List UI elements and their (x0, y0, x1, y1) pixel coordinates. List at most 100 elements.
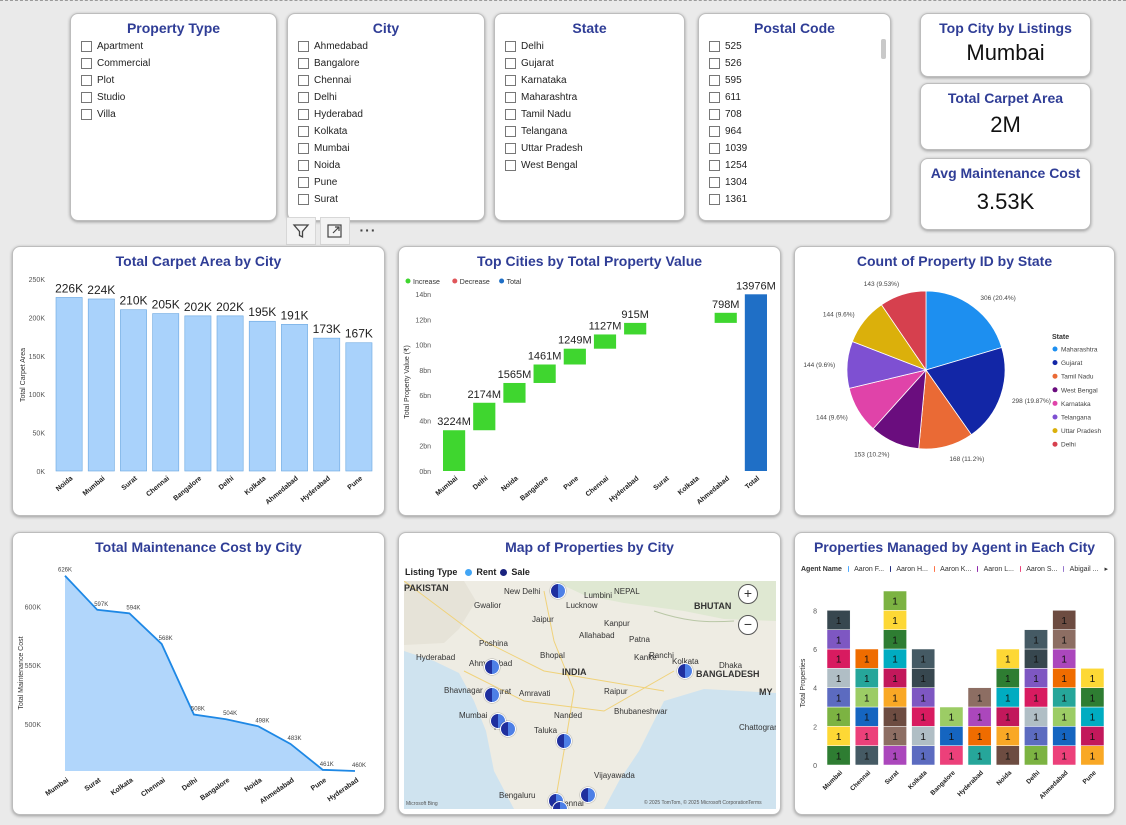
checkbox[interactable] (709, 177, 720, 188)
carpet-area-chart-card[interactable]: Total Carpet Area by City 0K 50K 100K 150K 2… (12, 246, 385, 516)
checkbox[interactable] (298, 177, 309, 188)
zoom-out-button[interactable]: − (738, 615, 758, 635)
slicer-option[interactable]: Ahmedabad (288, 38, 484, 55)
legend-label: Uttar Pradesh (1061, 428, 1101, 435)
map-canvas[interactable]: + − Microsoft Bing © 2025 TomTom, © 2025… (404, 581, 776, 809)
x-tick-label: Pune (310, 777, 328, 793)
property-value-chart-card[interactable]: Top Cities by Total Property Value Incre… (398, 246, 781, 516)
map-bubble[interactable] (556, 733, 572, 749)
slicer-option[interactable]: Uttar Pradesh (495, 140, 684, 157)
slicer-option[interactable]: Delhi (288, 89, 484, 106)
slicer-option[interactable]: Gujarat (495, 55, 684, 72)
checkbox[interactable] (81, 92, 92, 103)
filter-icon[interactable] (286, 217, 316, 245)
checkbox[interactable] (298, 75, 309, 86)
slicer-option[interactable]: Bangalore (288, 55, 484, 72)
checkbox[interactable] (81, 109, 92, 120)
checkbox[interactable] (298, 143, 309, 154)
property-type-slicer[interactable]: Property Type Apartment Commercial Plot Stu… (70, 13, 277, 221)
map-bubble[interactable] (484, 687, 500, 703)
map-terms-link[interactable]: Terms (748, 800, 762, 806)
slicer-option[interactable]: 595 (699, 72, 890, 89)
checkbox[interactable] (81, 41, 92, 52)
slicer-option[interactable]: 611 (699, 89, 890, 106)
slicer-option[interactable]: 1039 (699, 140, 890, 157)
slicer-option[interactable]: Kolkata (288, 123, 484, 140)
slicer-option[interactable]: 964 (699, 123, 890, 140)
slicer-option[interactable]: Commercial (71, 55, 276, 72)
checkbox[interactable] (298, 160, 309, 171)
slicer-option[interactable]: 526 (699, 55, 890, 72)
map-bubble[interactable] (500, 721, 516, 737)
checkbox[interactable] (709, 126, 720, 137)
slicer-option[interactable]: Pune (288, 174, 484, 191)
checkbox[interactable] (709, 92, 720, 103)
visual-header-toolbar: ··· (284, 214, 384, 246)
data-label: 1 (892, 751, 898, 762)
checkbox[interactable] (709, 194, 720, 205)
slicer-option[interactable]: Surat (288, 191, 484, 208)
checkbox[interactable] (298, 126, 309, 137)
slicer-option[interactable]: Plot (71, 72, 276, 89)
city-slicer[interactable]: City Ahmedabad Bangalore Chennai Delhi Hyder… (287, 13, 485, 221)
checkbox[interactable] (505, 58, 516, 69)
checkbox[interactable] (298, 109, 309, 120)
agent-chart-card[interactable]: Properties Managed by Agent in Each City… (794, 532, 1115, 815)
map-legend-rent: Rent (476, 567, 497, 577)
map-bubble[interactable] (550, 583, 566, 599)
slicer-option[interactable]: Apartment (71, 38, 276, 55)
checkbox[interactable] (709, 41, 720, 52)
checkbox[interactable] (709, 160, 720, 171)
state-pie-chart-card[interactable]: Count of Property ID by State 306 (20.4%… (794, 246, 1115, 516)
map-bubble[interactable] (484, 659, 500, 675)
slicer-option[interactable]: Maharashtra (495, 89, 684, 106)
checkbox[interactable] (505, 75, 516, 86)
slicer-option[interactable]: Chennai (288, 72, 484, 89)
map-bubble[interactable] (580, 787, 596, 803)
checkbox[interactable] (505, 41, 516, 52)
slicer-option[interactable]: 525 (699, 38, 890, 55)
checkbox[interactable] (298, 41, 309, 52)
slicer-scrollbar[interactable] (881, 39, 886, 59)
checkbox[interactable] (709, 109, 720, 120)
checkbox[interactable] (709, 58, 720, 69)
slicer-option[interactable]: Delhi (495, 38, 684, 55)
checkbox[interactable] (298, 58, 309, 69)
map-bubble[interactable] (677, 663, 693, 679)
properties-map-card[interactable]: Map of Properties by City Listing Type R… (398, 532, 781, 815)
data-label: 508K (191, 707, 205, 713)
state-slicer[interactable]: State Delhi Gujarat Karnataka Maharashtra Ta… (494, 13, 685, 221)
checkbox[interactable] (505, 160, 516, 171)
checkbox[interactable] (505, 92, 516, 103)
checkbox[interactable] (298, 92, 309, 103)
slicer-option-label: Villa (97, 109, 116, 120)
slicer-option[interactable]: Karnataka (495, 72, 684, 89)
slicer-option[interactable]: Tamil Nadu (495, 106, 684, 123)
slicer-option[interactable]: West Bengal (495, 157, 684, 174)
focus-mode-icon[interactable] (320, 217, 350, 245)
slicer-option[interactable]: 708 (699, 106, 890, 123)
checkbox[interactable] (298, 194, 309, 205)
data-label: 144 (9.6%) (816, 414, 848, 421)
slicer-option[interactable]: 1254 (699, 157, 890, 174)
slicer-option[interactable]: Noida (288, 157, 484, 174)
slicer-option[interactable]: 1361 (699, 191, 890, 208)
checkbox[interactable] (505, 109, 516, 120)
slicer-options: Delhi Gujarat Karnataka Maharashtra Tamil Na… (495, 38, 684, 174)
slicer-option[interactable]: 1304 (699, 174, 890, 191)
maintenance-cost-chart-card[interactable]: Total Maintenance Cost by City 500K 550K 6… (12, 532, 385, 815)
more-options-icon[interactable]: ··· (354, 217, 382, 243)
slicer-option[interactable]: Studio (71, 89, 276, 106)
checkbox[interactable] (709, 143, 720, 154)
postal-code-slicer[interactable]: Postal Code 525 526 595 611 708 964 1039 1254 13… (698, 13, 891, 221)
checkbox[interactable] (81, 58, 92, 69)
checkbox[interactable] (81, 75, 92, 86)
checkbox[interactable] (505, 126, 516, 137)
slicer-option[interactable]: Hyderabad (288, 106, 484, 123)
zoom-in-button[interactable]: + (738, 584, 758, 604)
slicer-option[interactable]: Mumbai (288, 140, 484, 157)
slicer-option[interactable]: Villa (71, 106, 276, 123)
slicer-option[interactable]: Telangana (495, 123, 684, 140)
checkbox[interactable] (709, 75, 720, 86)
checkbox[interactable] (505, 143, 516, 154)
